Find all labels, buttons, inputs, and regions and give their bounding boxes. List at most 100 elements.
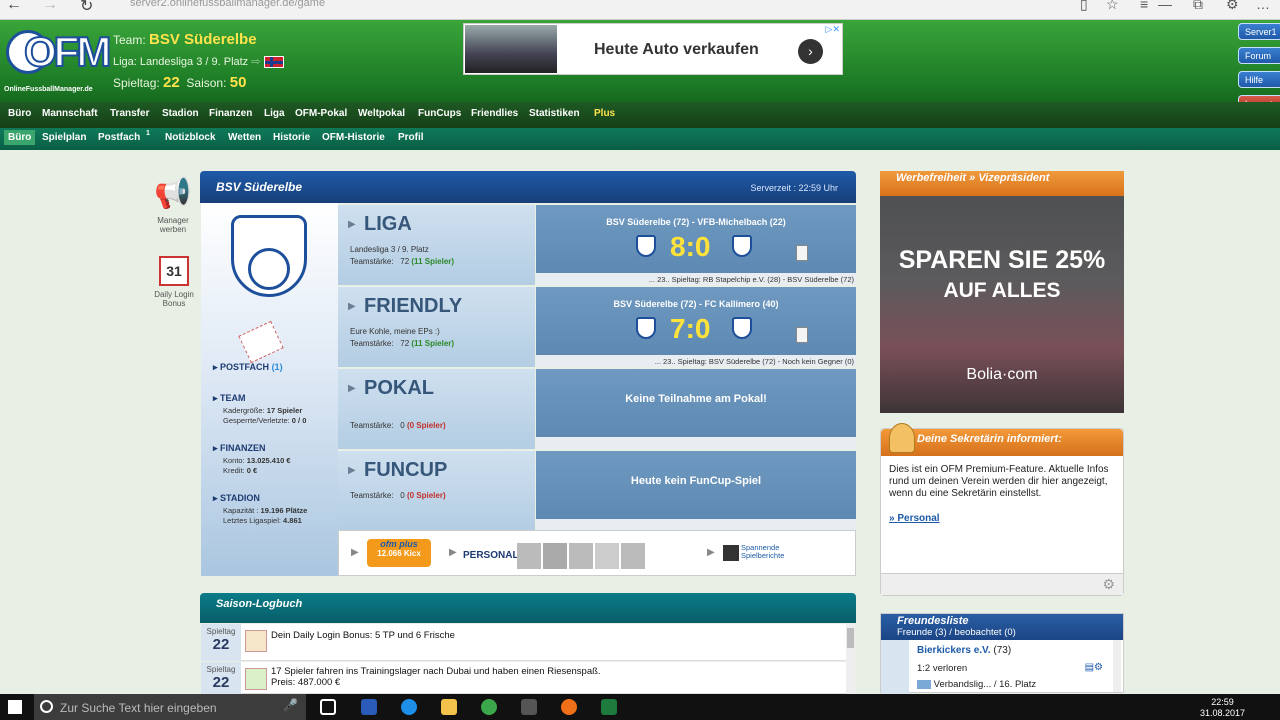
- staff-avatar[interactable]: [517, 543, 541, 569]
- daily-login-link[interactable]: 31 Daily Login Bonus: [148, 256, 200, 308]
- forward-icon[interactable]: →: [42, 0, 58, 14]
- stadion-link[interactable]: ▸ STADION: [213, 493, 260, 504]
- hilfe-button[interactable]: Hilfe: [1238, 71, 1280, 88]
- scrollbar-thumb[interactable]: [847, 628, 854, 648]
- nav-friendlies[interactable]: Friendlies: [471, 108, 518, 119]
- spielberichte-link[interactable]: Spannende Spielberichte: [741, 544, 811, 560]
- staff-avatar[interactable]: [543, 543, 567, 569]
- werbe-title[interactable]: Werbefreiheit » Vizepräsident: [880, 171, 1124, 196]
- nav-statistiken[interactable]: Statistiken: [529, 108, 580, 119]
- chrome-icon[interactable]: [481, 699, 497, 715]
- gear-icon[interactable]: ⚙: [1102, 576, 1115, 593]
- friendly-info[interactable]: ▶ FRIENDLY Eure Kohle, meine EPs :) Team…: [338, 287, 535, 367]
- report-icon[interactable]: [796, 327, 808, 343]
- nav-ofm-pokal[interactable]: OFM-Pokal: [295, 108, 347, 119]
- subnav-ofm-historie[interactable]: OFM-Historie: [322, 132, 385, 143]
- ofm-plus-label: ofm plus: [380, 539, 418, 549]
- more-icon[interactable]: …: [1256, 0, 1270, 12]
- taskbar-clock[interactable]: 22:59 31.08.2017: [1200, 697, 1245, 719]
- kicx-balance: 12.066 Kicx: [377, 549, 421, 558]
- task-view-icon[interactable]: [320, 699, 336, 715]
- friend-actions-icon[interactable]: ▤⚙: [1085, 662, 1103, 673]
- staff-avatar[interactable]: [569, 543, 593, 569]
- ofm-plus-button[interactable]: ofm plus 12.066 Kicx: [367, 539, 431, 567]
- restore-icon[interactable]: ⧉: [1193, 0, 1203, 13]
- liga-name[interactable]: Landesliga 3: [140, 56, 202, 68]
- settings-icon[interactable]: ⚙: [1226, 0, 1239, 13]
- subnav-wetten[interactable]: Wetten: [228, 132, 261, 143]
- envelope-icon: [238, 320, 284, 364]
- manager-werben-link[interactable]: 📢 Manager werben: [150, 172, 196, 234]
- logbuch-title: Saison-Logbuch: [216, 598, 303, 610]
- word-icon[interactable]: [361, 699, 377, 715]
- report-icon[interactable]: [796, 245, 808, 261]
- microphone-icon[interactable]: 🎤: [283, 698, 298, 712]
- forum-button[interactable]: Forum: [1238, 47, 1280, 64]
- back-icon[interactable]: ←: [6, 0, 22, 14]
- subnav-profil[interactable]: Profil: [398, 132, 424, 143]
- server1-button[interactable]: Server1: [1238, 23, 1280, 40]
- freund-scrollbar[interactable]: [1113, 640, 1121, 692]
- liga-staerke: Teamstärke: 72 (11 Spieler): [350, 257, 454, 266]
- ad-go-button[interactable]: ›: [798, 39, 823, 64]
- friend-result: 1:2 verloren: [917, 663, 968, 674]
- pokal-info[interactable]: ▶ POKAL Teamstärke: 0 (0 Spieler): [338, 369, 535, 449]
- staff-avatar[interactable]: [621, 543, 645, 569]
- letztes-value: 4.861: [283, 516, 302, 525]
- nav-liga[interactable]: Liga: [264, 108, 285, 119]
- file-explorer-icon[interactable]: [441, 699, 457, 715]
- konto-value: 13.025.410 €: [246, 456, 291, 465]
- friend-name[interactable]: Bierkickers e.V.: [917, 645, 991, 656]
- log-text: 17 Spieler fahren ins Trainingslager nac…: [271, 666, 601, 688]
- store-icon[interactable]: [521, 699, 537, 715]
- funcup-staerke: Teamstärke: 0 (0 Spieler): [350, 491, 446, 500]
- nav-weltpokal[interactable]: Weltpokal: [358, 108, 405, 119]
- friend-entry[interactable]: Bierkickers e.V. (73): [917, 645, 1011, 656]
- nav-stadion[interactable]: Stadion: [162, 108, 199, 119]
- club-overview: ▸ POSTFACH (1) ▸ TEAM Kadergröße: 17 Spi…: [201, 203, 338, 576]
- subnav-spielplan[interactable]: Spielplan: [42, 132, 86, 143]
- nav-buero[interactable]: Büro: [8, 108, 31, 119]
- clock-date: 31.08.2017: [1200, 708, 1246, 718]
- liga-match[interactable]: BSV Süderelbe (72) - VFB-Michelbach (22)…: [536, 205, 856, 285]
- excel-icon[interactable]: [601, 699, 617, 715]
- edge-icon[interactable]: [401, 699, 417, 715]
- friendly-match[interactable]: BSV Süderelbe (72) - FC Kallimero (40) 7…: [536, 287, 856, 367]
- minimize-icon[interactable]: —: [1158, 0, 1172, 12]
- hub-icon[interactable]: ≡: [1140, 0, 1148, 12]
- log-scrollbar[interactable]: [846, 624, 855, 694]
- postfach-link[interactable]: ▸ POSTFACH (1): [213, 362, 283, 373]
- nav-finanzen[interactable]: Finanzen: [209, 108, 252, 119]
- favorite-star-icon[interactable]: ☆: [1106, 0, 1119, 13]
- team-link[interactable]: ▸ TEAM: [213, 393, 246, 404]
- subnav-notizblock[interactable]: Notizblock: [165, 132, 216, 143]
- werbe-ad[interactable]: Werbefreiheit » Vizepräsident SPAREN SIE…: [880, 171, 1124, 413]
- reader-icon[interactable]: ▯: [1080, 0, 1088, 13]
- top-ad-banner[interactable]: Heute Auto verkaufen › ▷✕: [463, 23, 843, 75]
- firefox-icon[interactable]: [561, 699, 577, 715]
- staff-avatar[interactable]: [595, 543, 619, 569]
- personal-link[interactable]: PERSONAL: [463, 550, 519, 561]
- nav-transfer[interactable]: Transfer: [110, 108, 149, 119]
- funcup-info[interactable]: ▶ FUNCUP Teamstärke: 0 (0 Spieler): [338, 451, 535, 531]
- taskbar-search[interactable]: Zur Suche Text hier eingeben 🎤: [34, 694, 306, 720]
- reload-icon[interactable]: ↻: [80, 0, 93, 16]
- spieler-count: (11 Spieler): [411, 257, 455, 266]
- nav-mannschaft[interactable]: Mannschaft: [42, 108, 98, 119]
- personal-link[interactable]: » Personal: [889, 513, 940, 524]
- subnav-historie[interactable]: Historie: [273, 132, 310, 143]
- nav-funcups[interactable]: FunCups: [418, 108, 461, 119]
- liga-info[interactable]: ▶ LIGA Landesliga 3 / 9. Platz Teamstärk…: [338, 205, 535, 285]
- ofm-logo[interactable]: OFM OnlineFussballManager.de: [4, 26, 112, 96]
- ad-close-icon[interactable]: ▷✕: [826, 24, 840, 35]
- windows-start-icon[interactable]: [8, 700, 22, 714]
- address-bar[interactable]: server2.onlinefussballmanager.de/game: [130, 0, 325, 9]
- taskbar-search-text: Zur Suche Text hier eingeben: [60, 701, 217, 715]
- subnav-buero[interactable]: Büro: [4, 130, 36, 145]
- kader-value: 17 Spieler: [266, 406, 303, 415]
- club-crest[interactable]: [231, 215, 307, 297]
- finanzen-link[interactable]: ▸ FINANZEN: [213, 443, 266, 454]
- personal-link-text[interactable]: Personal: [897, 513, 939, 524]
- subnav-postfach[interactable]: Postfach: [98, 132, 140, 143]
- nav-plus[interactable]: Plus: [594, 108, 615, 119]
